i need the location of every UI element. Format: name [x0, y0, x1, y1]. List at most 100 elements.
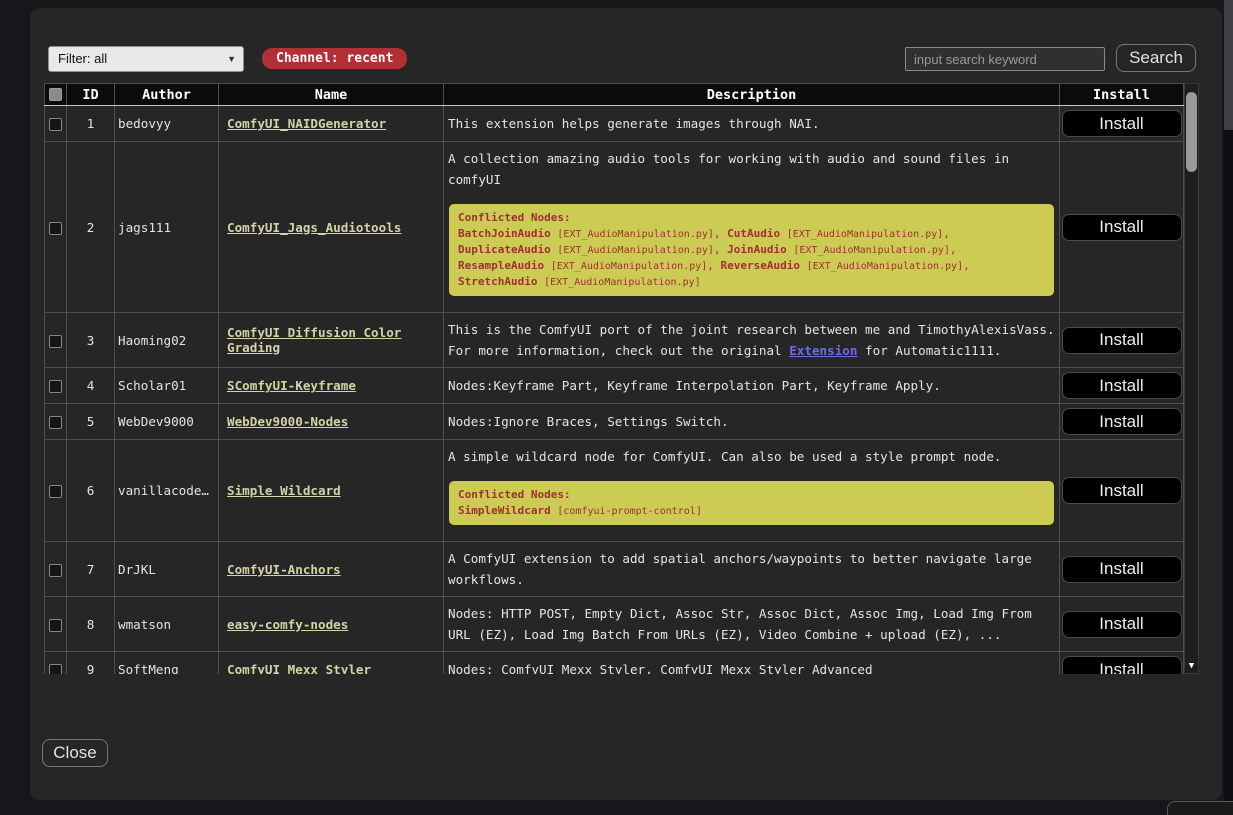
page-scrollbar-thumb[interactable]: [1224, 0, 1233, 130]
install-button[interactable]: Install: [1062, 372, 1182, 399]
page-scrollbar[interactable]: [1224, 0, 1233, 815]
row-checkbox[interactable]: [49, 564, 62, 577]
table-scrollbar[interactable]: ▼: [1184, 83, 1199, 674]
table-row: 2jags111ComfyUI_Jags_AudiotoolsA collect…: [45, 142, 1184, 313]
row-author: jags111: [115, 142, 219, 313]
header-checkbox-cell: [45, 84, 67, 106]
table-row: 7DrJKLComfyUI-AnchorsA ComfyUI extension…: [45, 542, 1184, 597]
row-id: 5: [67, 404, 115, 440]
row-checkbox[interactable]: [49, 335, 62, 348]
filter-dropdown[interactable]: Filter: all ▼: [48, 46, 244, 72]
row-checkbox[interactable]: [49, 380, 62, 393]
install-button[interactable]: Install: [1062, 110, 1182, 137]
row-id: 9: [67, 652, 115, 675]
row-id: 3: [67, 313, 115, 368]
install-button[interactable]: Install: [1062, 477, 1182, 504]
row-description-cell: Nodes: ComfyUI Mexx Styler, ComfyUI Mexx…: [444, 652, 1060, 675]
row-name-cell: WebDev9000-Nodes: [219, 404, 444, 440]
row-author: bedovyy: [115, 106, 219, 142]
row-checkbox-cell: [45, 313, 67, 368]
row-checkbox-cell: [45, 142, 67, 313]
node-name-link[interactable]: ComfyUI_Mexx_Styler: [227, 662, 371, 674]
description-text: Nodes: HTTP POST, Empty Dict, Assoc Str,…: [448, 603, 1055, 645]
row-checkbox[interactable]: [49, 416, 62, 429]
row-description-cell: Nodes: HTTP POST, Empty Dict, Assoc Str,…: [444, 597, 1060, 652]
header-author: Author: [115, 84, 219, 106]
nodes-table: ID Author Name Description Install 1bedo…: [44, 83, 1184, 674]
row-author: vanillacode…: [115, 440, 219, 542]
row-description-cell: Nodes:Ignore Braces, Settings Switch.: [444, 404, 1060, 440]
row-checkbox-cell: [45, 440, 67, 542]
node-name-link[interactable]: WebDev9000-Nodes: [227, 414, 348, 429]
row-description-cell: This is the ComfyUI port of the joint re…: [444, 313, 1060, 368]
conflict-list: BatchJoinAudio [EXT_AudioManipulation.py…: [458, 226, 1045, 290]
search-input[interactable]: [905, 47, 1105, 71]
row-checkbox[interactable]: [49, 619, 62, 632]
row-author: WebDev9000: [115, 404, 219, 440]
custom-nodes-manager-dialog: Filter: all ▼ Channel: recent Search ID …: [30, 8, 1222, 800]
header-install: Install: [1060, 84, 1184, 106]
node-name-link[interactable]: ComfyUI_Jags_Audiotools: [227, 220, 401, 235]
table-row: 5WebDev9000 WebDev9000-Nodes Nodes:Ignore …: [45, 404, 1184, 440]
row-install-cell: Install: [1060, 597, 1184, 652]
row-author: Scholar01: [115, 368, 219, 404]
row-checkbox[interactable]: [49, 222, 62, 235]
install-button[interactable]: Install: [1062, 214, 1182, 241]
row-checkbox[interactable]: [49, 664, 62, 674]
filter-value: Filter: all: [58, 51, 107, 66]
row-author: SoftMeng: [115, 652, 219, 675]
row-checkbox-cell: [45, 106, 67, 142]
conflict-title: Conflicted Nodes:: [458, 487, 1045, 502]
header-name: Name: [219, 84, 444, 106]
node-name-link[interactable]: ComfyUI_NAIDGenerator: [227, 116, 386, 131]
conflict-warning: Conflicted Nodes:BatchJoinAudio [EXT_Aud…: [449, 204, 1054, 296]
description-text: A collection amazing audio tools for wor…: [448, 148, 1055, 190]
install-button[interactable]: Install: [1062, 556, 1182, 583]
row-name-cell: ComfyUI_Jags_Audiotools: [219, 142, 444, 313]
close-button[interactable]: Close: [42, 739, 108, 767]
header-id: ID: [67, 84, 115, 106]
description-link[interactable]: Extension: [789, 343, 857, 358]
search-button[interactable]: Search: [1116, 44, 1196, 72]
row-name-cell: ComfyUI_NAIDGenerator: [219, 106, 444, 142]
channel-badge: Channel: recent: [262, 48, 407, 69]
node-name-link[interactable]: ComfyUI Diffusion Color Grading: [227, 325, 401, 355]
header-description: Description: [444, 84, 1060, 106]
row-checkbox[interactable]: [49, 118, 62, 131]
row-name-cell: ComfyUI-Anchors: [219, 542, 444, 597]
conflict-title: Conflicted Nodes:: [458, 210, 1045, 225]
row-id: 6: [67, 440, 115, 542]
select-all-checkbox[interactable]: [49, 88, 62, 101]
row-description-cell: Nodes:Keyframe Part, Keyframe Interpolat…: [444, 368, 1060, 404]
description-text: Nodes:Ignore Braces, Settings Switch.: [448, 411, 1055, 432]
node-name-link[interactable]: easy-comfy-nodes: [227, 617, 348, 632]
table-row: 1bedovyy ComfyUI_NAIDGenerator This extens…: [45, 106, 1184, 142]
table-row: 9SoftMeng ComfyUI_Mexx_Styler Nodes: Comfy…: [45, 652, 1184, 675]
table-row: 3Haoming02ComfyUI Diffusion Color Gradin…: [45, 313, 1184, 368]
scroll-down-arrow-icon[interactable]: ▼: [1185, 661, 1198, 671]
table-scrollbar-thumb[interactable]: [1186, 92, 1197, 172]
row-checkbox[interactable]: [49, 485, 62, 498]
table-body: 1bedovyy ComfyUI_NAIDGenerator This extens…: [45, 106, 1184, 675]
chevron-down-icon: ▼: [227, 47, 236, 71]
row-description-cell: This extension helps generate images thr…: [444, 106, 1060, 142]
install-button[interactable]: Install: [1062, 408, 1182, 435]
row-description-cell: A ComfyUI extension to add spatial ancho…: [444, 542, 1060, 597]
node-name-link[interactable]: SComfyUI-Keyframe: [227, 378, 356, 393]
description-text: This is the ComfyUI port of the joint re…: [448, 319, 1055, 361]
row-name-cell: ComfyUI Diffusion Color Grading: [219, 313, 444, 368]
row-id: 1: [67, 106, 115, 142]
table-row: 6vanillacode… Simple Wildcard A simple wil…: [45, 440, 1184, 542]
description-text: A simple wildcard node for ComfyUI. Can …: [448, 446, 1055, 467]
table-header-row: ID Author Name Description Install: [45, 84, 1184, 106]
description-text: A ComfyUI extension to add spatial ancho…: [448, 548, 1055, 590]
row-checkbox-cell: [45, 597, 67, 652]
background-partial-button: [1167, 801, 1233, 815]
node-name-link[interactable]: ComfyUI-Anchors: [227, 562, 341, 577]
node-name-link[interactable]: Simple Wildcard: [227, 483, 341, 498]
install-button[interactable]: Install: [1062, 656, 1182, 674]
row-checkbox-cell: [45, 542, 67, 597]
install-button[interactable]: Install: [1062, 327, 1182, 354]
conflict-warning: Conflicted Nodes:SimpleWildcard [comfyui…: [449, 481, 1054, 525]
install-button[interactable]: Install: [1062, 611, 1182, 638]
